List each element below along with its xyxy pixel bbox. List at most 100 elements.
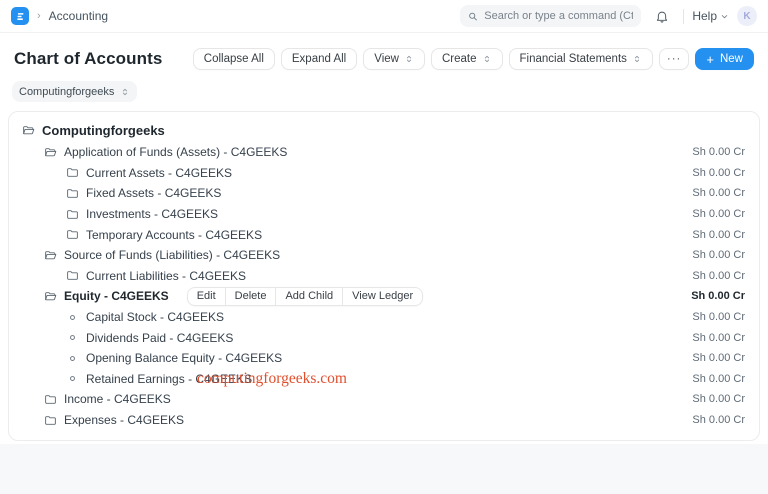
new-label: New (720, 53, 743, 65)
expand-all-button[interactable]: Expand All (281, 48, 357, 70)
folder-icon[interactable] (65, 228, 79, 241)
chart-of-accounts-card: Computingforgeeks Application of Funds (… (8, 111, 760, 441)
create-dropdown[interactable]: Create (431, 48, 503, 70)
avatar[interactable]: K (737, 6, 757, 26)
row-action-toolbar: EditDeleteAdd ChildView Ledger (187, 287, 423, 306)
tree-row: Current Liabilities - C4GEEKS Sh 0.00 Cr (15, 266, 751, 287)
tree-row-amount: Sh 0.00 Cr (692, 187, 751, 199)
tree-row: Computingforgeeks (15, 118, 751, 142)
tree-row-label[interactable]: Computingforgeeks (42, 123, 165, 138)
breadcrumb[interactable]: Accounting (49, 9, 108, 23)
tree-row-label[interactable]: Equity - C4GEEKS (64, 289, 169, 303)
ellipsis-icon: ··· (667, 53, 682, 65)
tree-row-amount: Sh 0.00 Cr (692, 393, 751, 405)
navbar-divider (683, 9, 684, 24)
folder-open-icon[interactable] (21, 124, 35, 137)
leaf-icon[interactable] (65, 352, 79, 365)
page-header: Chart of Accounts Collapse All Expand Al… (0, 33, 768, 81)
tree-row-label[interactable]: Opening Balance Equity - C4GEEKS (86, 351, 282, 365)
financial-statements-dropdown[interactable]: Financial Statements (509, 48, 653, 70)
plus-icon: + (706, 53, 714, 66)
collapse-all-button[interactable]: Collapse All (193, 48, 275, 70)
tree-row: Temporary Accounts - C4GEEKS Sh 0.00 Cr (15, 224, 751, 245)
select-icon (482, 54, 492, 64)
folder-icon[interactable] (65, 208, 79, 221)
search-input[interactable] (484, 10, 633, 22)
folder-icon[interactable] (43, 414, 57, 427)
tree-row: Application of Funds (Assets) - C4GEEKS … (15, 142, 751, 163)
tree-row-label[interactable]: Capital Stock - C4GEEKS (86, 310, 224, 324)
tree-row-label[interactable]: Income - C4GEEKS (64, 392, 171, 406)
tree-row-amount: Sh 0.00 Cr (692, 229, 751, 241)
delete-button[interactable]: Delete (225, 287, 277, 306)
help-label: Help (692, 9, 717, 23)
tree-row: Retained Earnings - C4GEEKS Sh 0.00 Cr (15, 369, 751, 390)
tree-row-amount: Sh 0.00 Cr (692, 332, 751, 344)
leaf-icon (66, 331, 79, 344)
select-icon (120, 87, 130, 97)
folder-open-icon[interactable] (43, 290, 57, 303)
leaf-icon[interactable] (65, 372, 79, 385)
tree-row: Source of Funds (Liabilities) - C4GEEKS … (15, 245, 751, 266)
company-select-value: Computingforgeeks (19, 86, 114, 98)
tree-row-label[interactable]: Fixed Assets - C4GEEKS (86, 186, 221, 200)
add-child-button[interactable]: Add Child (275, 287, 343, 306)
leaf-icon[interactable] (65, 331, 79, 344)
tree-row: Fixed Assets - C4GEEKS Sh 0.00 Cr (15, 183, 751, 204)
tree-row-label[interactable]: Current Liabilities - C4GEEKS (86, 269, 246, 283)
erpnext-logo[interactable] (11, 7, 29, 25)
financial-statements-label: Financial Statements (520, 53, 627, 65)
notifications-button[interactable] (649, 5, 675, 27)
folder-icon (44, 393, 57, 406)
help-menu[interactable]: Help (692, 9, 729, 23)
tree-row-amount: Sh 0.00 Cr (692, 373, 751, 385)
tree-row-label[interactable]: Expenses - C4GEEKS (64, 413, 184, 427)
select-icon (632, 54, 642, 64)
bell-icon (655, 9, 669, 24)
folder-icon (66, 208, 79, 221)
edit-button[interactable]: Edit (187, 287, 226, 306)
search-icon (468, 11, 478, 22)
folder-open-icon[interactable] (43, 146, 57, 159)
leaf-icon[interactable] (65, 311, 79, 324)
more-menu-button[interactable]: ··· (659, 48, 690, 70)
tree-row-label[interactable]: Application of Funds (Assets) - C4GEEKS (64, 145, 287, 159)
tree-row-label[interactable]: Retained Earnings - C4GEEKS (86, 372, 252, 386)
folder-open-icon[interactable] (43, 249, 57, 262)
folder-icon (66, 166, 79, 179)
chevron-down-icon (720, 12, 729, 21)
new-button[interactable]: + New (695, 48, 754, 70)
folder-icon[interactable] (65, 269, 79, 282)
select-icon (404, 54, 414, 64)
folder-icon (44, 414, 57, 427)
folder-open-icon (44, 290, 57, 303)
tree-row-amount: Sh 0.00 Cr (692, 208, 751, 220)
folder-icon[interactable] (65, 187, 79, 200)
page-title: Chart of Accounts (14, 49, 162, 69)
tree-row-amount: Sh 0.00 Cr (692, 146, 751, 158)
tree-row-label[interactable]: Dividends Paid - C4GEEKS (86, 331, 233, 345)
tree-row: Current Assets - C4GEEKS Sh 0.00 Cr (15, 163, 751, 184)
tree-row-label[interactable]: Current Assets - C4GEEKS (86, 166, 232, 180)
tree-row-label[interactable]: Investments - C4GEEKS (86, 207, 218, 221)
tree-row-label[interactable]: Source of Funds (Liabilities) - C4GEEKS (64, 248, 280, 262)
tree-row-label[interactable]: Temporary Accounts - C4GEEKS (86, 228, 262, 242)
folder-icon[interactable] (65, 166, 79, 179)
view-ledger-button[interactable]: View Ledger (342, 287, 423, 306)
leaf-icon (66, 372, 79, 385)
tree-row-amount: Sh 0.00 Cr (692, 414, 751, 426)
tree-row: Expenses - C4GEEKS Sh 0.00 Cr (15, 410, 751, 431)
folder-open-icon (44, 146, 57, 159)
search-box[interactable] (460, 5, 641, 27)
tree-row: Dividends Paid - C4GEEKS Sh 0.00 Cr (15, 327, 751, 348)
folder-icon[interactable] (43, 393, 57, 406)
view-dropdown[interactable]: View (363, 48, 425, 70)
create-label: Create (442, 53, 477, 65)
folder-open-icon (22, 124, 35, 137)
tree-row-amount: Sh 0.00 Cr (692, 270, 751, 282)
tree: Computingforgeeks Application of Funds (… (15, 118, 751, 430)
tree-row: Capital Stock - C4GEEKS Sh 0.00 Cr (15, 307, 751, 328)
company-select[interactable]: Computingforgeeks (12, 81, 137, 102)
tree-row-amount: Sh 0.00 Cr (692, 167, 751, 179)
navbar: › Accounting Help K (0, 0, 768, 33)
